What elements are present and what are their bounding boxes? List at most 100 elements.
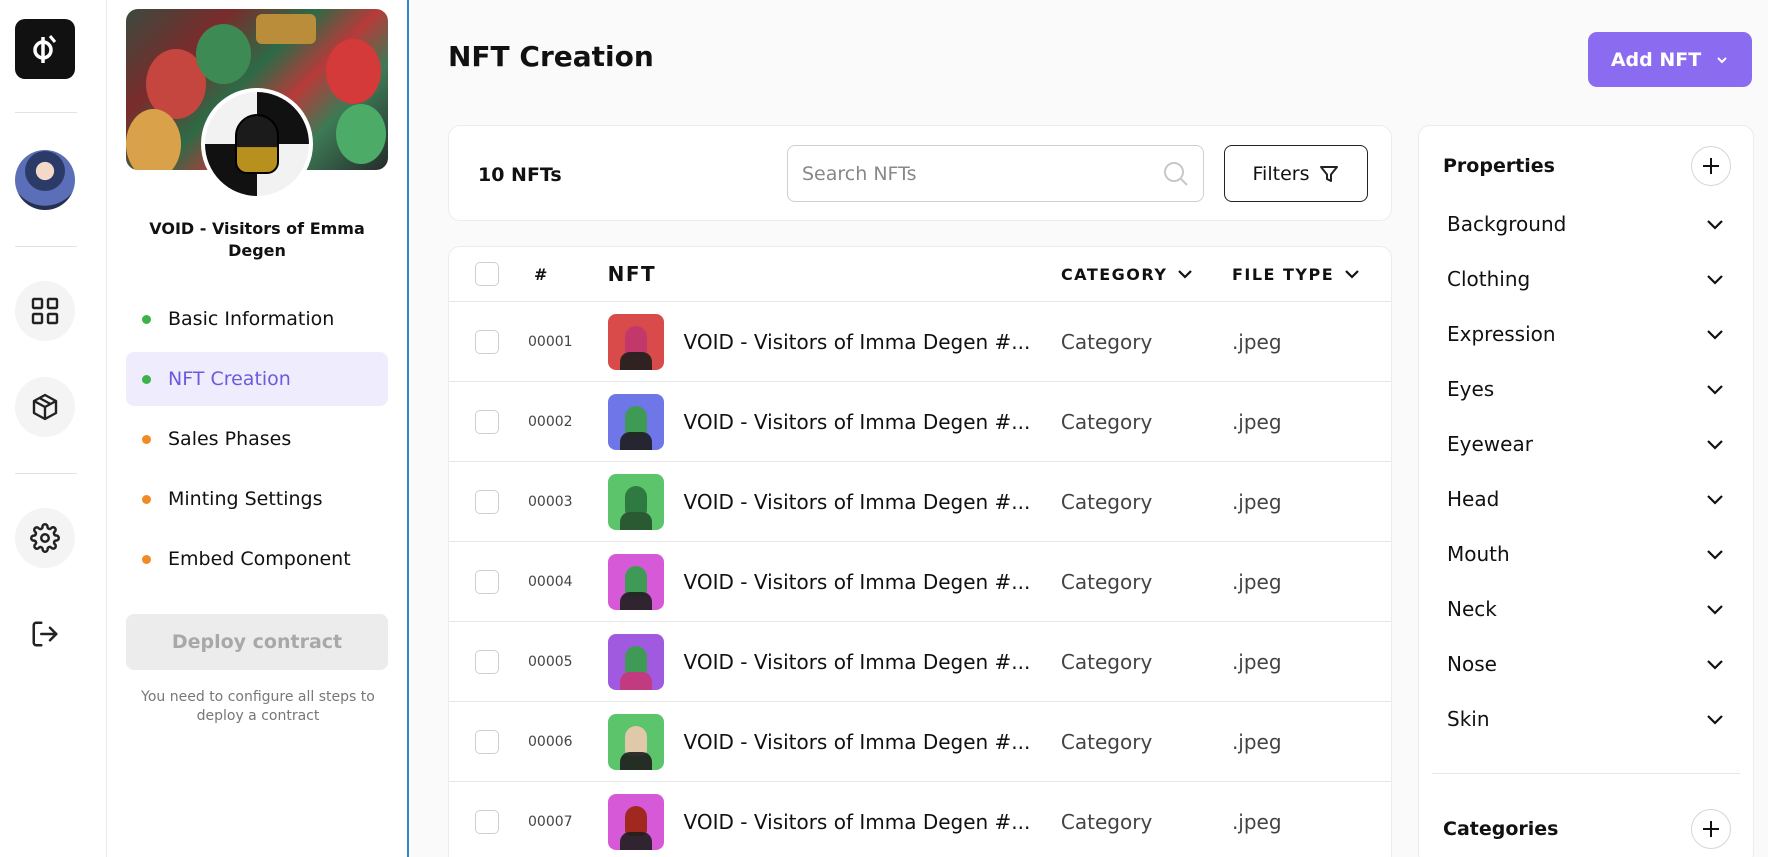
column-header-number: #: [534, 264, 549, 284]
settings-button[interactable]: [15, 508, 75, 568]
row-checkbox[interactable]: [475, 809, 499, 834]
nav-item-label: Basic Information: [168, 308, 335, 330]
property-item-background[interactable]: Background: [1447, 196, 1725, 251]
nft-thumbnail: [607, 793, 664, 850]
row-checkbox[interactable]: [475, 729, 499, 754]
nft-category: Category: [1060, 489, 1153, 514]
chevron-down-icon: [1707, 384, 1723, 395]
column-header-label: FILE TYPE: [1231, 264, 1335, 284]
chevron-down-icon: [1707, 714, 1723, 725]
deploy-contract-button[interactable]: Deploy contract: [126, 614, 388, 670]
nft-thumbnail: [607, 313, 664, 370]
project-name: VOID - Visitors of Emma Degen: [149, 219, 365, 260]
chevron-down-icon: [1707, 549, 1723, 560]
filters-label: Filters: [1252, 162, 1310, 185]
filters-button[interactable]: Filters: [1224, 145, 1368, 202]
nft-count: 10 NFTs: [478, 164, 562, 186]
property-item-head[interactable]: Head: [1447, 471, 1725, 526]
table-row[interactable]: 00003 VOID - Visitors of Imma Degen #...…: [449, 462, 1391, 542]
project-sidebar: VOID - Visitors of Emma Degen Basic Info…: [107, 0, 409, 857]
property-list: Background Clothing Expression Eyes Eyew…: [1447, 196, 1725, 746]
chevron-down-icon: [1178, 270, 1193, 279]
property-label: Background: [1447, 211, 1567, 236]
property-label: Mouth: [1447, 541, 1510, 566]
property-item-mouth[interactable]: Mouth: [1447, 526, 1725, 581]
nft-number: 00003: [528, 493, 573, 510]
dashboard-button[interactable]: [15, 281, 75, 341]
row-checkbox[interactable]: [475, 569, 499, 594]
status-dot: [142, 554, 151, 564]
table-row[interactable]: 00007 VOID - Visitors of Imma Degen #...…: [449, 782, 1391, 857]
property-item-expression[interactable]: Expression: [1447, 306, 1725, 361]
properties-title: Properties: [1443, 155, 1555, 177]
nft-name: VOID - Visitors of Imma Degen #...: [683, 329, 1031, 354]
row-checkbox[interactable]: [475, 409, 499, 434]
logout-button[interactable]: [15, 604, 75, 664]
chevron-down-icon: [1707, 219, 1723, 230]
page-title: NFT Creation: [448, 40, 654, 73]
chevron-down-icon: [1717, 56, 1727, 63]
nft-category: Category: [1060, 729, 1153, 754]
column-header-category[interactable]: CATEGORY: [1061, 265, 1232, 284]
phi-logo-icon: [33, 35, 57, 63]
add-nft-button[interactable]: Add NFT: [1588, 32, 1752, 87]
row-checkbox[interactable]: [475, 649, 499, 674]
chevron-down-icon: [1345, 270, 1359, 279]
nav-item-embed-component[interactable]: Embed Component: [126, 532, 388, 586]
nft-thumbnail: [607, 473, 664, 530]
add-category-button[interactable]: [1691, 809, 1731, 849]
table-row[interactable]: 00004 VOID - Visitors of Imma Degen #...…: [449, 542, 1391, 622]
deploy-note: You need to configure all steps to deplo…: [141, 689, 375, 724]
nft-toolbar: 10 NFTs Filters: [448, 125, 1392, 221]
row-checkbox[interactable]: [475, 329, 499, 354]
property-item-eyewear[interactable]: Eyewear: [1447, 416, 1725, 471]
property-item-clothing[interactable]: Clothing: [1447, 251, 1725, 306]
nft-number: 00001: [528, 333, 573, 350]
select-all-checkbox[interactable]: [475, 262, 499, 286]
nav-item-nft-creation[interactable]: NFT Creation: [126, 352, 388, 406]
nft-thumbnail: [607, 633, 664, 690]
table-row[interactable]: 00005 VOID - Visitors of Imma Degen #...…: [449, 622, 1391, 702]
table-header: # NFT CATEGORY FILE TYPE: [449, 247, 1391, 302]
property-item-nose[interactable]: Nose: [1447, 636, 1725, 691]
chevron-down-icon: [1707, 274, 1723, 285]
nav-item-minting-settings[interactable]: Minting Settings: [126, 472, 388, 526]
nft-number: 00005: [528, 653, 573, 670]
rail-divider: [15, 473, 77, 474]
nft-category: Category: [1060, 649, 1153, 674]
search-input[interactable]: [802, 162, 1142, 185]
status-dot: [142, 314, 151, 324]
chevron-down-icon: [1707, 494, 1723, 505]
search-box: [787, 145, 1204, 202]
nft-category: Category: [1060, 409, 1153, 434]
nft-name: VOID - Visitors of Imma Degen #...: [683, 729, 1031, 754]
status-dot: [142, 494, 151, 504]
table-row[interactable]: 00001 VOID - Visitors of Imma Degen #...…: [449, 302, 1391, 382]
nft-number: 00004: [528, 573, 573, 590]
logout-icon: [32, 621, 58, 647]
property-label: Clothing: [1447, 266, 1531, 291]
nft-thumbnail: [607, 393, 664, 450]
collections-button[interactable]: [15, 377, 75, 437]
table-row[interactable]: 00002 VOID - Visitors of Imma Degen #...…: [449, 382, 1391, 462]
add-property-button[interactable]: [1691, 146, 1731, 186]
cube-icon: [32, 393, 58, 421]
property-item-skin[interactable]: Skin: [1447, 691, 1725, 746]
search-icon[interactable]: [1163, 161, 1189, 187]
nav-item-sales-phases[interactable]: Sales Phases: [126, 412, 388, 466]
chevron-down-icon: [1707, 659, 1723, 670]
table-row[interactable]: 00006 VOID - Visitors of Imma Degen #...…: [449, 702, 1391, 782]
chevron-down-icon: [1707, 329, 1723, 340]
app-logo[interactable]: [15, 19, 75, 79]
property-item-eyes[interactable]: Eyes: [1447, 361, 1725, 416]
column-header-file-type[interactable]: FILE TYPE: [1232, 265, 1391, 284]
chevron-down-icon: [1707, 439, 1723, 450]
user-avatar[interactable]: [15, 150, 75, 210]
property-item-neck[interactable]: Neck: [1447, 581, 1725, 636]
categories-title: Categories: [1443, 818, 1559, 840]
properties-divider: [1432, 773, 1740, 774]
row-checkbox[interactable]: [475, 489, 499, 514]
plus-icon: [1703, 158, 1719, 174]
nav-item-basic-information[interactable]: Basic Information: [126, 292, 388, 346]
property-label: Head: [1447, 486, 1500, 511]
